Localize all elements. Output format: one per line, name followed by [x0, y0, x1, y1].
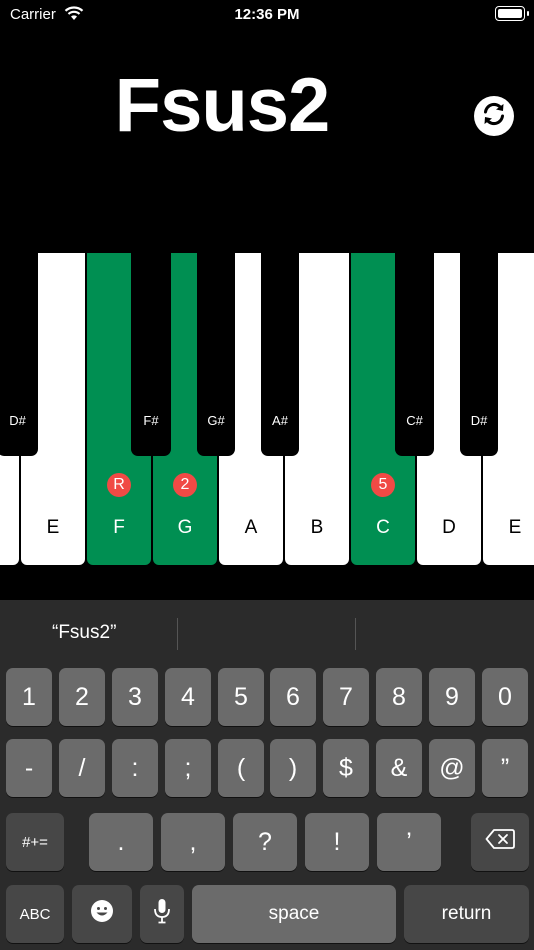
space-key[interactable]: space [192, 885, 396, 943]
suggestion-divider [177, 618, 178, 650]
key-semicolon[interactable]: ; [165, 739, 211, 797]
key-label: G# [207, 413, 225, 428]
interval-badge: 2 [173, 473, 197, 497]
system-keyboard: “Fsus2” 1 2 3 4 5 6 7 8 9 0 - / : ; ( ) … [0, 600, 534, 950]
key-comma[interactable]: , [161, 813, 225, 871]
interval-badge: R [107, 473, 131, 497]
piano-key-d-sharp-2[interactable]: D# [460, 253, 498, 456]
clock: 12:36 PM [234, 6, 300, 23]
symbols-toggle-key[interactable]: #+= [6, 813, 64, 871]
key-quote[interactable]: ” [482, 739, 528, 797]
key-label: E [46, 517, 60, 538]
key-2[interactable]: 2 [59, 668, 105, 726]
chord-title: Fsus2 [114, 63, 331, 148]
key-exclamation[interactable]: ! [305, 813, 369, 871]
emoji-key[interactable] [72, 885, 132, 943]
key-3[interactable]: 3 [112, 668, 158, 726]
piano-key-d-sharp[interactable]: D# [0, 253, 38, 456]
key-label: F [113, 517, 125, 538]
refresh-button[interactable] [474, 96, 514, 136]
key-apostrophe[interactable]: ’ [377, 813, 441, 871]
key-label: A [244, 517, 258, 538]
key-question[interactable]: ? [233, 813, 297, 871]
key-9[interactable]: 9 [429, 668, 475, 726]
key-hyphen[interactable]: - [6, 739, 52, 797]
suggestion-item[interactable]: “Fsus2” [52, 622, 116, 644]
key-label: C [376, 517, 390, 538]
interval-badge: 5 [371, 473, 395, 497]
key-1[interactable]: 1 [6, 668, 52, 726]
piano-key-a-sharp[interactable]: A# [261, 253, 299, 456]
key-label: B [310, 517, 324, 538]
key-label: D# [9, 413, 26, 428]
key-label: A# [272, 413, 288, 428]
microphone-icon [153, 898, 171, 931]
abc-key[interactable]: ABC [6, 885, 64, 943]
status-bar: Carrier 12:36 PM [0, 0, 534, 30]
key-ampersand[interactable]: & [376, 739, 422, 797]
key-label: C# [406, 413, 423, 428]
key-label: E [508, 517, 522, 538]
dictation-key[interactable] [140, 885, 184, 943]
key-8[interactable]: 8 [376, 668, 422, 726]
key-4[interactable]: 4 [165, 668, 211, 726]
key-5[interactable]: 5 [218, 668, 264, 726]
piano-key-c-sharp[interactable]: C# [395, 253, 434, 456]
key-label: F# [143, 413, 159, 428]
backspace-icon [485, 828, 515, 857]
emoji-icon [90, 899, 114, 930]
key-0[interactable]: 0 [482, 668, 528, 726]
key-dollar[interactable]: $ [323, 739, 369, 797]
key-open-paren[interactable]: ( [218, 739, 264, 797]
piano-key-g-sharp[interactable]: G# [197, 253, 235, 456]
refresh-icon [479, 99, 509, 134]
return-key[interactable]: return [404, 885, 529, 943]
key-7[interactable]: 7 [323, 668, 369, 726]
key-6[interactable]: 6 [270, 668, 316, 726]
delete-key[interactable] [471, 813, 529, 871]
key-label: D# [470, 413, 488, 428]
key-colon[interactable]: : [112, 739, 158, 797]
key-slash[interactable]: / [59, 739, 105, 797]
piano-keyboard: E R F 2 G A B 5 C D E D# F# G# A# C# D# [0, 253, 534, 566]
battery-icon [495, 6, 529, 21]
piano-key-f-sharp[interactable]: F# [131, 253, 171, 456]
suggestion-divider [355, 618, 356, 650]
key-period[interactable]: . [89, 813, 153, 871]
key-label: D [442, 517, 456, 538]
key-label: G [177, 517, 193, 538]
key-at[interactable]: @ [429, 739, 475, 797]
key-close-paren[interactable]: ) [270, 739, 316, 797]
